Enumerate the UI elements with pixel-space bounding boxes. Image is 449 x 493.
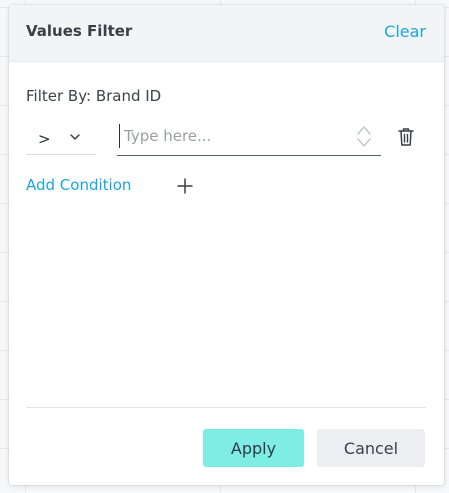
cancel-button[interactable]: Cancel	[317, 429, 425, 467]
chevron-down-icon	[70, 134, 80, 140]
filter-by-label: Filter By: Brand ID	[26, 87, 162, 105]
operator-value: >	[38, 130, 51, 148]
operator-select[interactable]: >	[26, 118, 96, 155]
number-stepper	[355, 124, 373, 150]
add-condition-button[interactable]: Add Condition	[26, 176, 131, 194]
panel-header: Values Filter Clear	[9, 5, 444, 62]
condition-row: >	[26, 118, 430, 158]
plus-icon[interactable]	[176, 177, 194, 195]
chevron-down-icon[interactable]	[355, 137, 373, 149]
trash-icon[interactable]	[396, 126, 416, 148]
value-field	[117, 118, 381, 156]
footer-divider	[26, 407, 426, 408]
panel-title: Values Filter	[26, 22, 133, 40]
chevron-up-icon[interactable]	[355, 124, 373, 136]
apply-button[interactable]: Apply	[203, 429, 304, 467]
value-input[interactable]	[119, 124, 354, 148]
clear-button[interactable]: Clear	[384, 22, 426, 41]
values-filter-panel: Values Filter Clear Filter By: Brand ID …	[9, 5, 444, 485]
